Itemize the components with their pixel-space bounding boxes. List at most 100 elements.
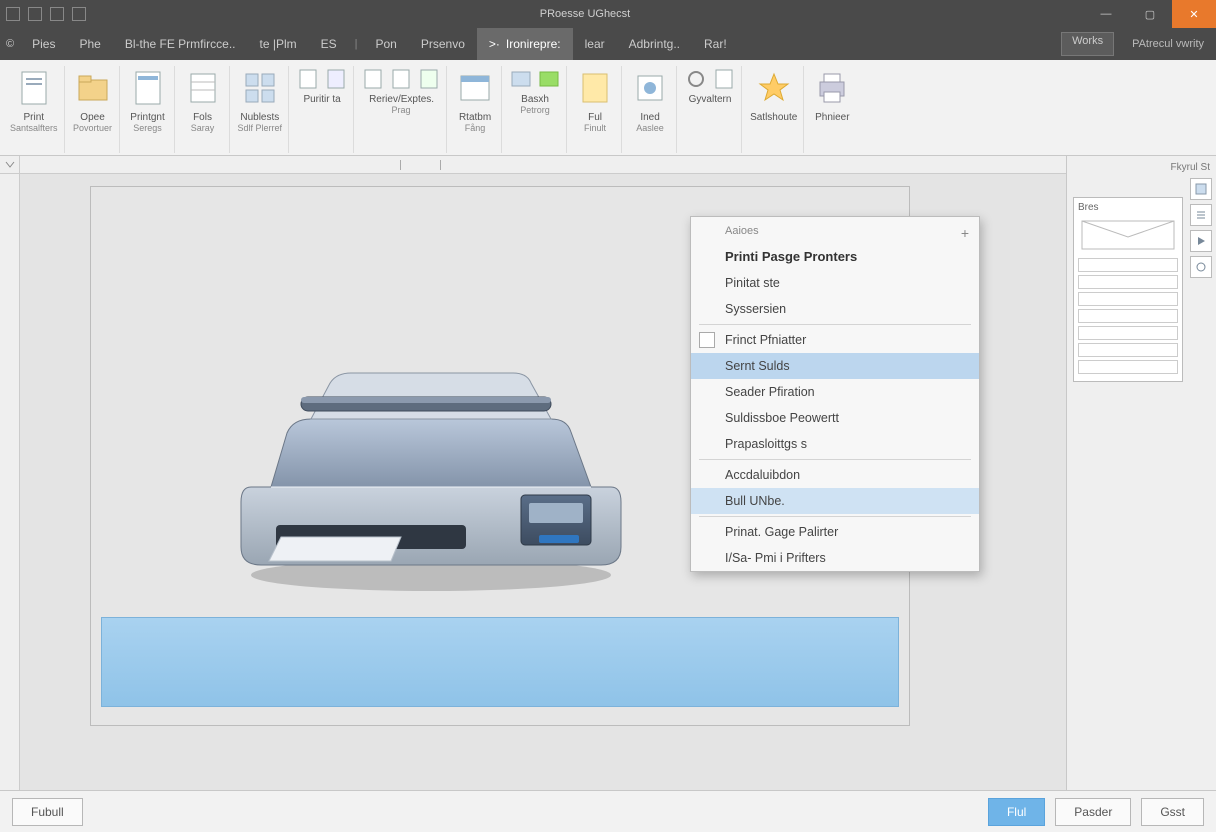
ribbon-sublabel: Aaslee bbox=[636, 123, 664, 133]
selection-strip[interactable] bbox=[101, 617, 899, 707]
side-panel-title: Fkyrul St bbox=[1073, 162, 1210, 173]
tool-button[interactable] bbox=[1190, 256, 1212, 278]
ctx-item[interactable]: Prapasloittgs s bbox=[691, 431, 979, 457]
close-button[interactable]: ✕ bbox=[1172, 0, 1216, 28]
menu-item[interactable]: Rar! bbox=[692, 28, 739, 60]
menu-active-prefix: >· bbox=[489, 37, 500, 51]
menu-right-chip[interactable]: Works bbox=[1061, 32, 1114, 56]
ribbon-label: Opee bbox=[80, 112, 104, 123]
tool-button[interactable] bbox=[1190, 230, 1212, 252]
ribbon-group[interactable]: Nublests Sdlf Plerref bbox=[232, 66, 290, 153]
ribbon-group[interactable]: Puritir ta bbox=[291, 66, 354, 153]
menu-item[interactable]: lear bbox=[573, 28, 617, 60]
tool-button[interactable] bbox=[1190, 204, 1212, 226]
minimize-button[interactable]: — bbox=[1084, 0, 1128, 28]
ctx-item[interactable]: Seader Pfiration bbox=[691, 379, 979, 405]
ribbon-group[interactable]: Print Santsalfters bbox=[4, 66, 65, 153]
ribbon-sublabel: Prag bbox=[392, 105, 411, 115]
ribbon-group[interactable]: Basxh Petrorg bbox=[504, 66, 567, 153]
ribbon-group[interactable]: Reriev/Exptes. Prag bbox=[356, 66, 447, 153]
ruler-horizontal[interactable] bbox=[20, 156, 1066, 174]
side-thumbnail[interactable]: Bres bbox=[1073, 197, 1183, 382]
ctx-header: Aaioes + bbox=[691, 217, 979, 243]
secondary-button[interactable]: Pasder bbox=[1055, 798, 1131, 826]
ctx-item[interactable]: Suldissboe Peowertt bbox=[691, 405, 979, 431]
tool-button[interactable] bbox=[1190, 178, 1212, 200]
doc-small-icon bbox=[362, 68, 384, 90]
sheet-icon bbox=[183, 68, 223, 108]
plus-icon[interactable]: + bbox=[961, 225, 969, 241]
qat-icon-1[interactable] bbox=[28, 7, 42, 21]
maximize-button[interactable]: ▢ bbox=[1128, 0, 1172, 28]
ribbon-sublabel: Finult bbox=[584, 123, 606, 133]
ctx-item[interactable]: I/Sa- Pmi i Prifters bbox=[691, 545, 979, 571]
ctx-title: Printi Pasge Pronters bbox=[691, 243, 979, 270]
ribbon-label: Print bbox=[23, 112, 44, 123]
ribbon-group[interactable]: Rtatbm Fång bbox=[449, 66, 502, 153]
titlebar: PRoesse UGhecst — ▢ ✕ bbox=[0, 0, 1216, 28]
ribbon-label: Printgnt bbox=[130, 112, 164, 123]
ctx-item[interactable]: Prinat. Gage Palirter bbox=[691, 519, 979, 545]
window-icon bbox=[455, 68, 495, 108]
ctx-item[interactable]: Syssersien bbox=[691, 296, 979, 322]
workspace: Aaioes + Printi Pasge Pronters Pinitat s… bbox=[0, 156, 1216, 790]
list-icon bbox=[1195, 209, 1207, 221]
secondary-button[interactable]: Gsst bbox=[1141, 798, 1204, 826]
menu-item[interactable]: Bl-the FE Prmfircce.. bbox=[113, 28, 248, 60]
menu-item[interactable]: te |Plm bbox=[248, 28, 309, 60]
document-icon bbox=[14, 68, 54, 108]
menu-item[interactable]: Adbrintg.. bbox=[617, 28, 692, 60]
primary-button[interactable]: Flul bbox=[988, 798, 1045, 826]
gear-icon bbox=[685, 68, 707, 90]
ribbon-label: Satlshoute bbox=[750, 112, 797, 123]
ctx-item[interactable]: Pinitat ste bbox=[691, 270, 979, 296]
ribbon-label: Ined bbox=[640, 112, 659, 123]
ctx-item-iconed[interactable]: Frinct Pfniatter bbox=[691, 327, 979, 353]
ribbon-group[interactable]: Fols Saray bbox=[177, 66, 230, 153]
card-green-icon bbox=[538, 68, 560, 90]
ruler-corner[interactable] bbox=[0, 156, 20, 174]
side-thumb-rows bbox=[1078, 258, 1178, 374]
chevron-down-icon bbox=[5, 160, 15, 170]
menu-left-glyph[interactable]: © bbox=[0, 28, 20, 60]
ribbon-group[interactable]: Ined Aaslee bbox=[624, 66, 677, 153]
circle-icon bbox=[1195, 261, 1207, 273]
ribbon-label: Puritir ta bbox=[303, 94, 340, 105]
menu-right-label: PAtrecul vwrity bbox=[1120, 28, 1216, 60]
qat-icon-2[interactable] bbox=[50, 7, 64, 21]
doc-small-icon bbox=[325, 68, 347, 90]
ribbon-label: Rtatbm bbox=[459, 112, 491, 123]
ctx-item-selected[interactable]: Sernt Sulds bbox=[691, 353, 979, 379]
ctx-item-selected[interactable]: Bull UNbe. bbox=[691, 488, 979, 514]
page-small-icon bbox=[699, 332, 715, 348]
ruler-vertical[interactable] bbox=[0, 174, 20, 790]
bottom-left-button[interactable]: Fubull bbox=[12, 798, 83, 826]
square-icon bbox=[1195, 183, 1207, 195]
note-icon bbox=[575, 68, 615, 108]
ribbon-group[interactable]: Satlshoute bbox=[744, 66, 804, 153]
ribbon-group[interactable]: Phnieer bbox=[806, 66, 858, 153]
ribbon-group[interactable]: Printgnt Seregs bbox=[122, 66, 175, 153]
side-toolstrip bbox=[1190, 178, 1212, 278]
ribbon-group[interactable]: Ful Finult bbox=[569, 66, 622, 153]
ribbon-sublabel: Fång bbox=[465, 123, 486, 133]
ctx-header-label: Aaioes bbox=[725, 225, 759, 237]
doc-small-icon bbox=[297, 68, 319, 90]
menu-active-label: Ironirepre: bbox=[506, 37, 561, 51]
menu-item[interactable]: Phe bbox=[67, 28, 112, 60]
menu-item[interactable]: Pon bbox=[364, 28, 409, 60]
ribbon-group[interactable]: Gyvaltern bbox=[679, 66, 742, 153]
menu-item[interactable]: Prsenvo bbox=[409, 28, 477, 60]
ctx-item-label: Frinct Pfniatter bbox=[725, 333, 806, 347]
ribbon-group[interactable]: Opee Povortuer bbox=[67, 66, 120, 153]
ribbon-sublabel: Petrorg bbox=[520, 105, 550, 115]
doc-small-icon bbox=[418, 68, 440, 90]
menu-item-active[interactable]: >· Ironirepre: bbox=[477, 28, 573, 60]
card-icon bbox=[510, 68, 532, 90]
menu-item[interactable]: ES bbox=[309, 28, 349, 60]
envelope-icon bbox=[1078, 217, 1178, 253]
ctx-separator bbox=[699, 324, 971, 325]
qat-icon-3[interactable] bbox=[72, 7, 86, 21]
menu-item[interactable]: Pies bbox=[20, 28, 67, 60]
ctx-item[interactable]: Accdaluibdon bbox=[691, 462, 979, 488]
